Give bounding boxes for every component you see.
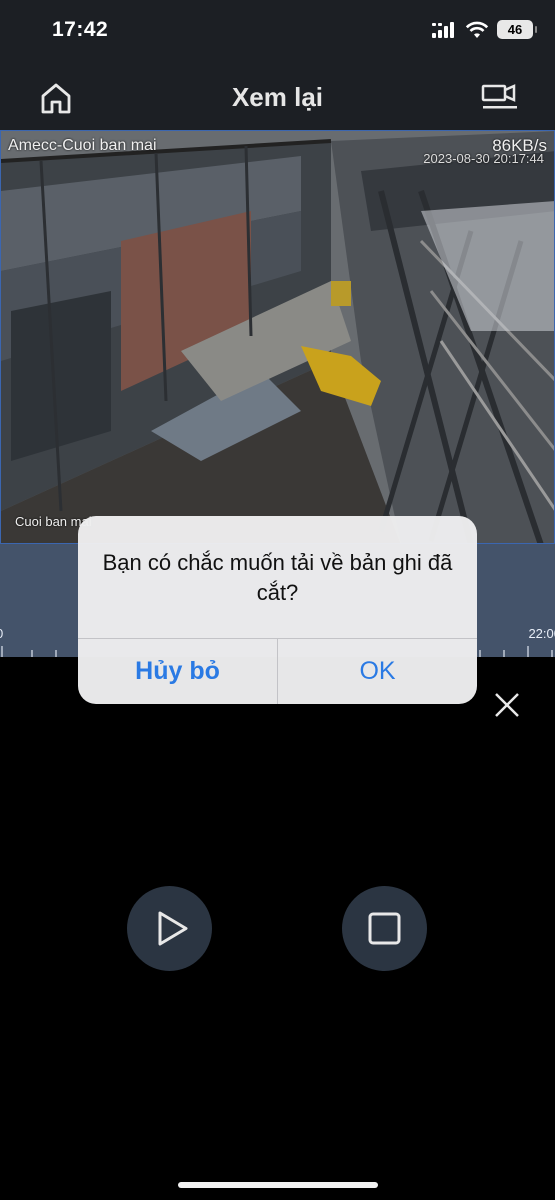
wifi-icon — [465, 21, 489, 38]
video-player[interactable]: Amecc-Cuoi ban mai 86KB/s 2023-08-30 20:… — [0, 130, 555, 544]
close-icon[interactable] — [492, 690, 522, 720]
home-indicator[interactable] — [178, 1182, 378, 1188]
timeline-start-label: 0 — [0, 626, 3, 641]
video-record-icon[interactable] — [481, 80, 519, 114]
battery-icon: 46 — [497, 20, 537, 39]
confirm-download-dialog: Bạn có chắc muốn tải về bản ghi đã cắt? … — [78, 516, 477, 704]
cancel-button[interactable]: Hủy bỏ — [78, 639, 277, 704]
play-button[interactable] — [127, 886, 212, 971]
video-frame-image — [1, 131, 554, 543]
status-icons: 46 — [431, 20, 537, 39]
dialog-message: Bạn có chắc muốn tải về bản ghi đã cắt? — [102, 550, 453, 605]
page-title: Xem lại — [231, 82, 324, 112]
camera-name: Amecc-Cuoi ban mai — [8, 137, 157, 154]
stop-button[interactable] — [342, 886, 427, 971]
status-bar: 17:42 46 — [0, 0, 555, 62]
timeline-end-label: 22:00 — [528, 626, 555, 641]
play-icon — [158, 911, 188, 946]
nav-bar: Xem lại — [0, 62, 555, 130]
ok-button[interactable]: OK — [278, 639, 477, 704]
stop-icon — [368, 912, 401, 945]
video-timestamp: 2023-08-30 20:17:44 — [423, 151, 544, 166]
signal-icon — [432, 21, 454, 38]
status-time: 17:42 — [52, 18, 109, 41]
